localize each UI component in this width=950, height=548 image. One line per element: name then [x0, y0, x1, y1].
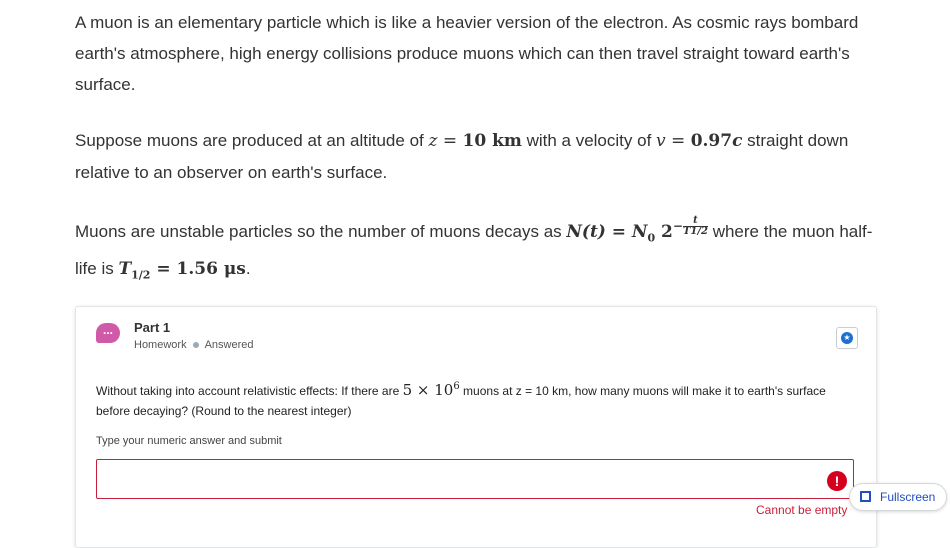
- part-category: Homework: [134, 339, 187, 351]
- separator-dot-icon: [192, 341, 199, 348]
- fullscreen-icon: [860, 491, 871, 502]
- error-message: Cannot be empty: [756, 503, 848, 517]
- T-var: T: [118, 259, 132, 280]
- chat-bubble-icon: ...: [96, 323, 120, 343]
- question-math: 5 × 106: [403, 381, 460, 399]
- answer-input[interactable]: [96, 459, 854, 499]
- altitude-math: z = 10 km: [428, 131, 521, 151]
- T-sub: 1/2: [131, 268, 151, 282]
- formula-sub: 0: [647, 231, 656, 245]
- question-text: Without taking into account relativistic…: [96, 377, 856, 421]
- formula-lhs: N(t) = N: [566, 222, 648, 242]
- half-life-math: T1/2 = 1.56 μs: [118, 259, 246, 282]
- error-icon: !: [827, 471, 847, 491]
- intro-paragraph-3: Muons are unstable particles so the numb…: [75, 216, 885, 291]
- part-title: Part 1: [134, 320, 171, 335]
- z-value: 10 km: [462, 131, 522, 151]
- decay-formula: N(t) = N0 2− t T1/2: [566, 216, 708, 245]
- part-card: ... Part 1 Homework Answered ★ Without ta…: [75, 306, 877, 548]
- bookmark-button[interactable]: ★: [836, 327, 858, 349]
- exp-den: T1/2: [682, 226, 708, 238]
- intro-paragraph-1: A muon is an elementary particle which i…: [75, 13, 859, 94]
- question-math-base: 5 × 10: [402, 381, 454, 399]
- v-eq: =: [665, 131, 691, 151]
- intro-paragraph-2: Suppose muons are produced at an altitud…: [75, 125, 885, 188]
- T-value: = 1.56 μs: [150, 259, 246, 280]
- v-var: v: [656, 131, 666, 151]
- part-status: Answered: [204, 339, 254, 351]
- p2-text-a: Suppose muons are produced at an altitud…: [75, 131, 429, 150]
- star-icon: ★: [841, 332, 853, 344]
- p3-text-end: .: [245, 259, 251, 279]
- answer-label: Type your numeric answer and submit: [96, 435, 282, 447]
- v-value: 0.97: [690, 131, 733, 151]
- formula-exponent: − t T1/2: [673, 216, 708, 237]
- p2-text-b: with a velocity of: [521, 131, 657, 150]
- z-eq: =: [437, 131, 463, 151]
- fullscreen-label: Fullscreen: [880, 490, 936, 504]
- p3-text-a: Muons are unstable particles so the numb…: [75, 222, 567, 241]
- c-var: c: [732, 131, 743, 151]
- formula-base: 2: [655, 222, 673, 242]
- fullscreen-button[interactable]: Fullscreen: [849, 483, 947, 511]
- exp-minus: −: [672, 219, 683, 234]
- velocity-math: v = 0.97c: [656, 131, 742, 151]
- part-meta: Homework Answered: [134, 339, 254, 351]
- question-text-a: Without taking into account relativistic…: [96, 384, 403, 398]
